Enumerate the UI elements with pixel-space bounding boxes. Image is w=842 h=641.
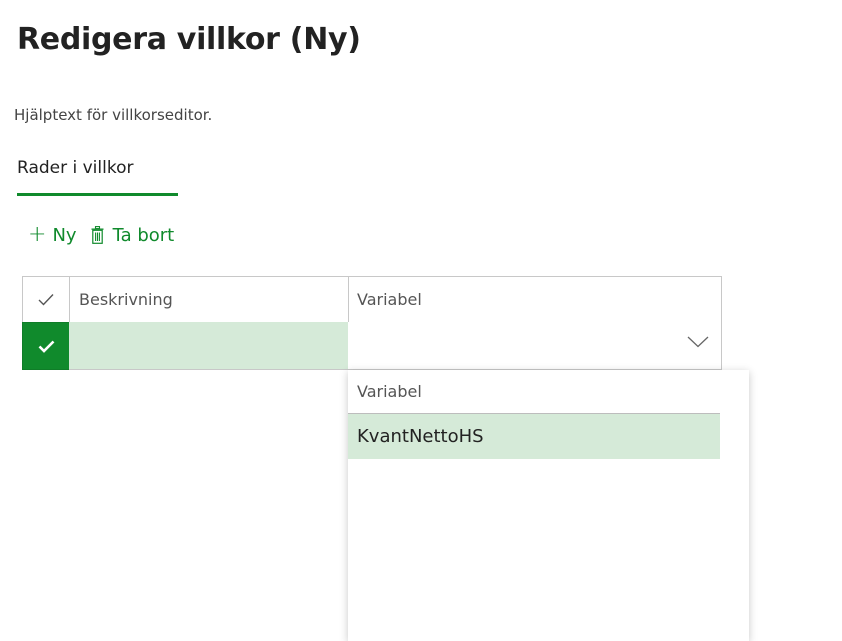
plus-icon: + bbox=[28, 222, 47, 247]
help-text: Hjälptext för villkorseditor. bbox=[14, 106, 213, 124]
variabel-lookup-field[interactable] bbox=[348, 322, 722, 370]
delete-button[interactable]: Ta bort bbox=[91, 224, 175, 246]
page-title: Redigera villkor (Ny) bbox=[17, 22, 361, 57]
new-button[interactable]: + Ny bbox=[28, 224, 77, 246]
beskrivning-field[interactable] bbox=[69, 322, 349, 370]
new-button-label: Ny bbox=[52, 224, 77, 246]
column-header-beskrivning[interactable]: Beskrivning bbox=[69, 276, 349, 323]
delete-button-label: Ta bort bbox=[112, 224, 175, 246]
chevron-down-icon[interactable] bbox=[687, 336, 709, 348]
checkmark-icon bbox=[38, 340, 54, 353]
page: Redigera villkor (Ny) Hjälptext för vill… bbox=[0, 0, 842, 641]
action-toolbar: + Ny Ta bort bbox=[28, 224, 174, 246]
tab-rader-i-villkor[interactable]: Rader i villkor bbox=[17, 158, 134, 178]
column-header-label: Variabel bbox=[357, 290, 422, 309]
row-select-checkbox[interactable] bbox=[22, 322, 70, 370]
tab-selected-indicator bbox=[17, 193, 178, 196]
trash-icon bbox=[91, 226, 104, 244]
variabel-lookup-dropdown: Variabel KvantNettoHS bbox=[348, 370, 749, 641]
dropdown-option[interactable]: KvantNettoHS bbox=[348, 414, 720, 459]
column-header-variabel[interactable]: Variabel bbox=[348, 276, 722, 323]
checkmark-icon bbox=[38, 294, 54, 306]
column-header-label: Beskrivning bbox=[79, 290, 173, 309]
select-all-checkbox[interactable] bbox=[22, 276, 70, 323]
dropdown-column-header: Variabel bbox=[348, 370, 720, 414]
